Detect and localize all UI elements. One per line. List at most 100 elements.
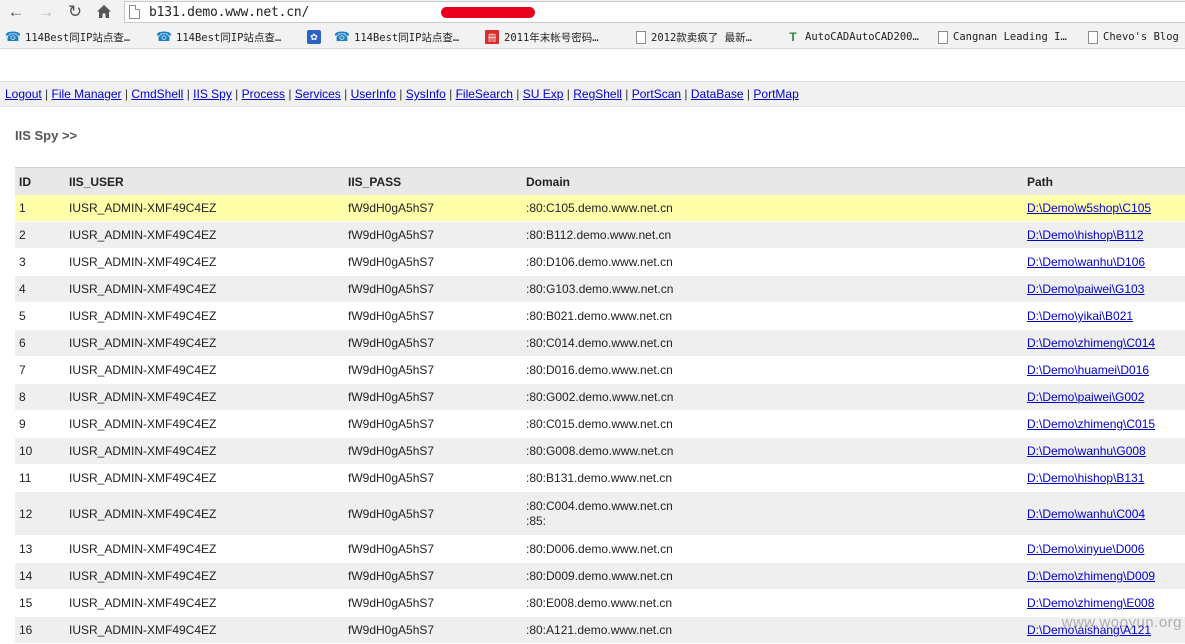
cell-path: D:\Demo\zhimeng\C015 [1023, 410, 1185, 438]
back-button[interactable]: ← [5, 1, 27, 21]
shell-menu: Logout | File Manager | CmdShell | IIS S… [5, 87, 799, 101]
bookmark-label: Chevo's Blog [1103, 31, 1179, 43]
cell-domain: :80:D016.demo.www.net.cn [522, 356, 1023, 384]
bookmark-item[interactable]: 2012款卖疯了 最新… [636, 29, 752, 45]
cell-iis-user: IUSR_ADMIN-XMF49C4EZ [65, 535, 344, 563]
path-link[interactable]: D:\Demo\wanhu\G008 [1027, 444, 1146, 458]
cell-iis-user: IUSR_ADMIN-XMF49C4EZ [65, 302, 344, 330]
forward-arrow-icon: → [37, 1, 55, 21]
phone-icon: ☎ [155, 29, 173, 44]
cell-domain: :80:E008.demo.www.net.cn [522, 589, 1023, 617]
menu-link-file-manager[interactable]: File Manager [52, 87, 122, 101]
path-link[interactable]: D:\Demo\paiwei\G103 [1027, 282, 1144, 296]
table-row: 12 IUSR_ADMIN-XMF49C4EZ fW9dH0gA5hS7:80:C0… [15, 491, 1185, 536]
cell-iis-user: IUSR_ADMIN-XMF49C4EZ [65, 221, 344, 249]
cell-iis-pass: fW9dH0gA5hS7 [344, 329, 522, 357]
forward-button[interactable]: → [35, 1, 57, 21]
path-link[interactable]: D:\Demo\wanhu\D106 [1027, 255, 1145, 269]
cell-domain: :80:G002.demo.www.net.cn [522, 383, 1023, 411]
cell-path: D:\Demo\wanhu\G008 [1023, 437, 1185, 465]
cell-iis-user: IUSR_ADMIN-XMF49C4EZ [65, 329, 344, 357]
menu-link-process[interactable]: Process [242, 87, 285, 101]
domain-binding: :80:A121.demo.www.net.cn [526, 622, 673, 637]
bookmark-item[interactable]: ☎ 114Best同IP站点查… [4, 29, 130, 45]
address-bar[interactable]: b131.demo.www.net.cn/ [124, 1, 1185, 23]
path-link[interactable]: D:\Demo\zhimeng\D009 [1027, 569, 1155, 583]
menu-link-services[interactable]: Services [295, 87, 341, 101]
menu-link-su-exp[interactable]: SU Exp [523, 87, 564, 101]
cell-id: 3 [15, 248, 65, 276]
cell-id: 13 [15, 535, 65, 563]
bookmark-item[interactable]: ✿ [307, 29, 326, 45]
bookmark-item[interactable]: ☎ 114Best同IP站点查… [155, 29, 281, 45]
cell-path: D:\Demo\zhimeng\D009 [1023, 562, 1185, 590]
bookmark-item[interactable]: Cangnan Leading I… [938, 29, 1067, 45]
domain-binding: :80:D106.demo.www.net.cn [526, 254, 673, 269]
cell-iis-pass: fW9dH0gA5hS7 [344, 302, 522, 330]
table-row: 13 IUSR_ADMIN-XMF49C4EZ fW9dH0gA5hS7:80:D0… [15, 535, 1185, 563]
bookmarks-bar: ☎ 114Best同IP站点查… ☎ 114Best同IP站点查… ✿ ☎ 114Best同… [0, 24, 1185, 49]
table-row: 8 IUSR_ADMIN-XMF49C4EZ fW9dH0gA5hS7:80:G00… [15, 383, 1185, 411]
domain-binding: :80:D016.demo.www.net.cn [526, 362, 673, 377]
menu-link-portscan[interactable]: PortScan [632, 87, 681, 101]
cell-iis-pass: fW9dH0gA5hS7 [344, 616, 522, 644]
path-link[interactable]: D:\Demo\xinyue\D006 [1027, 542, 1144, 556]
menu-link-iis-spy[interactable]: IIS Spy [193, 87, 232, 101]
domain-binding: :80:C014.demo.www.net.cn [526, 335, 673, 350]
menu-separator: | [41, 87, 52, 101]
cell-iis-pass: fW9dH0gA5hS7 [344, 383, 522, 411]
table-row: 6 IUSR_ADMIN-XMF49C4EZ fW9dH0gA5hS7:80:C01… [15, 329, 1185, 357]
menu-link-filesearch[interactable]: FileSearch [456, 87, 513, 101]
path-link[interactable]: D:\Demo\zhimeng\E008 [1027, 596, 1154, 610]
cell-iis-pass: fW9dH0gA5hS7 [344, 437, 522, 465]
cell-iis-user: IUSR_ADMIN-XMF49C4EZ [65, 195, 344, 222]
path-link[interactable]: D:\Demo\hishop\B131 [1027, 471, 1144, 485]
path-link[interactable]: D:\Demo\yikai\B021 [1027, 309, 1133, 323]
bookmark-item[interactable]: Chevo's Blog [1088, 29, 1179, 45]
cell-domain: :80:C004.demo.www.net.cn:85: [522, 491, 1023, 536]
menu-link-sysinfo[interactable]: SysInfo [406, 87, 446, 101]
path-link[interactable]: D:\Demo\zhimeng\C014 [1027, 336, 1155, 350]
cell-id: 14 [15, 562, 65, 590]
path-link[interactable]: D:\Demo\wanhu\C004 [1027, 507, 1145, 521]
document-icon [1088, 30, 1098, 44]
cell-id: 10 [15, 437, 65, 465]
menu-separator: | [743, 87, 754, 101]
menu-link-cmdshell[interactable]: CmdShell [131, 87, 183, 101]
domain-binding: :80:B112.demo.www.net.cn [526, 227, 672, 242]
path-link[interactable]: D:\Demo\w5shop\C105 [1027, 201, 1151, 215]
reload-button[interactable]: ↻ [64, 1, 86, 21]
bookmark-label: 2011年末帐号密码… [504, 31, 599, 44]
cell-id: 15 [15, 589, 65, 617]
phone-icon: ☎ [4, 29, 22, 44]
bookmark-item[interactable]: ☎ 114Best同IP站点查… [334, 29, 459, 45]
bookmark-item[interactable]: T AutoCADAutoCAD200… [786, 29, 918, 45]
menu-separator: | [563, 87, 574, 101]
cell-domain: :80:B112.demo.www.net.cn [522, 221, 1023, 249]
path-link[interactable]: D:\Demo\zhimeng\C015 [1027, 417, 1155, 431]
path-link[interactable]: D:\Demo\huamei\D016 [1027, 363, 1149, 377]
header-path: Path [1023, 167, 1185, 195]
menu-link-portmap[interactable]: PortMap [753, 87, 798, 101]
back-arrow-icon: ← [7, 1, 25, 21]
page-title: IIS Spy >> [15, 128, 78, 143]
domain-binding: :80:C105.demo.www.net.cn [526, 200, 673, 215]
cell-id: 1 [15, 195, 65, 222]
home-button[interactable] [93, 1, 115, 21]
menu-separator: | [621, 87, 632, 101]
menu-link-userinfo[interactable]: UserInfo [351, 87, 396, 101]
url-text[interactable]: b131.demo.www.net.cn/ [149, 5, 309, 20]
cell-path: D:\Demo\paiwei\G103 [1023, 275, 1185, 303]
table-row: 11 IUSR_ADMIN-XMF49C4EZ fW9dH0gA5hS7:80:B1… [15, 464, 1185, 492]
menu-link-regshell[interactable]: RegShell [573, 87, 622, 101]
cell-path: D:\Demo\zhimeng\C014 [1023, 329, 1185, 357]
cell-domain: :80:A121.demo.www.net.cn [522, 616, 1023, 644]
table-row: 5 IUSR_ADMIN-XMF49C4EZ fW9dH0gA5hS7:80:B02… [15, 302, 1185, 330]
table-row: 4 IUSR_ADMIN-XMF49C4EZ fW9dH0gA5hS7:80:G10… [15, 275, 1185, 303]
menu-link-database[interactable]: DataBase [691, 87, 744, 101]
path-link[interactable]: D:\Demo\paiwei\G002 [1027, 390, 1144, 404]
menu-link-logout[interactable]: Logout [5, 87, 42, 101]
cell-iis-pass: fW9dH0gA5hS7 [344, 356, 522, 384]
bookmark-item[interactable]: 冊 2011年末帐号密码… [485, 29, 599, 45]
path-link[interactable]: D:\Demo\hishop\B112 [1027, 228, 1144, 242]
